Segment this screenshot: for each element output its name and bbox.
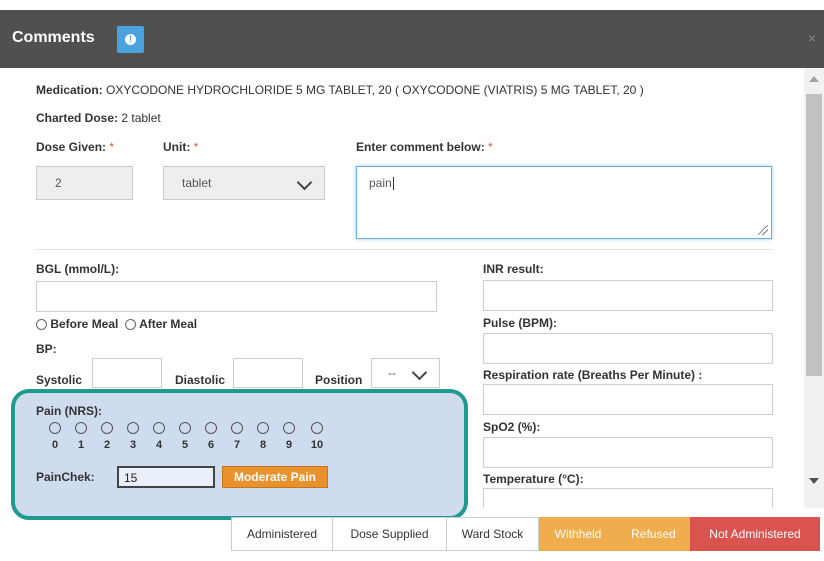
before-meal-label: Before Meal bbox=[50, 317, 119, 331]
nrs-option-6[interactable]: 6 bbox=[203, 422, 219, 451]
modal-header: Comments ! × bbox=[0, 10, 824, 68]
comment-text: pain bbox=[369, 176, 392, 190]
pain-nrs-label: Pain (NRS): bbox=[36, 404, 102, 418]
charted-dose-label: Charted Dose: bbox=[36, 111, 119, 125]
spo2-input[interactable] bbox=[483, 437, 773, 468]
nrs-radio[interactable] bbox=[283, 422, 295, 434]
temperature-input[interactable] bbox=[483, 488, 773, 508]
nrs-option-7[interactable]: 7 bbox=[229, 422, 245, 451]
unit-label-row: Unit: * bbox=[163, 140, 198, 154]
required-mark: * bbox=[488, 140, 493, 154]
ward-stock-button[interactable]: Ward Stock bbox=[446, 517, 539, 551]
diastolic-input[interactable] bbox=[233, 358, 303, 388]
vertical-scrollbar[interactable] bbox=[804, 68, 824, 508]
pulse-label: Pulse (BPM): bbox=[483, 316, 558, 330]
meal-options: Before Meal After Meal bbox=[36, 317, 197, 331]
medication-value: OXYCODONE HYDROCHLORIDE 5 MG TABLET, 20 … bbox=[106, 83, 644, 97]
nrs-radio[interactable] bbox=[101, 422, 113, 434]
comment-label: Enter comment below: bbox=[356, 140, 485, 154]
nrs-radio[interactable] bbox=[205, 422, 217, 434]
position-select[interactable]: -- bbox=[371, 358, 440, 388]
diastolic-label: Diastolic bbox=[175, 373, 226, 387]
nrs-option-8[interactable]: 8 bbox=[255, 422, 271, 451]
unit-selected-value: tablet bbox=[182, 176, 212, 190]
systolic-label: Systolic bbox=[36, 373, 83, 387]
close-icon[interactable]: × bbox=[808, 30, 816, 46]
text-caret bbox=[392, 177, 394, 191]
nrs-option-10[interactable]: 10 bbox=[309, 422, 325, 451]
nrs-option-9[interactable]: 9 bbox=[281, 422, 297, 451]
resize-handle-icon[interactable] bbox=[758, 225, 768, 235]
position-label: Position bbox=[315, 373, 363, 387]
medication-label: Medication: bbox=[36, 83, 103, 97]
chevron-down-icon bbox=[411, 364, 428, 381]
nrs-radio[interactable] bbox=[311, 422, 323, 434]
chevron-down-icon bbox=[296, 174, 313, 191]
comment-label-row: Enter comment below: * bbox=[356, 140, 493, 154]
info-button[interactable]: ! bbox=[117, 26, 144, 53]
modal-title: Comments bbox=[12, 29, 95, 46]
required-mark: * bbox=[109, 140, 115, 154]
required-mark: * bbox=[193, 140, 199, 154]
bgl-label: BGL (mmol/L): bbox=[36, 262, 120, 276]
nrs-option-2[interactable]: 2 bbox=[99, 422, 115, 451]
comment-textarea[interactable]: pain bbox=[356, 166, 772, 239]
medication-line: Medication: OXYCODONE HYDROCHLORIDE 5 MG… bbox=[36, 83, 644, 97]
pain-severity-badge[interactable]: Moderate Pain bbox=[222, 466, 328, 488]
nrs-option-4[interactable]: 4 bbox=[151, 422, 167, 451]
bp-label: BP: bbox=[36, 342, 57, 356]
painchek-input[interactable]: 15 bbox=[117, 466, 215, 488]
dose-given-input[interactable]: 2 bbox=[36, 166, 133, 200]
nrs-option-1[interactable]: 1 bbox=[73, 422, 89, 451]
not-administered-button[interactable]: Not Administered bbox=[690, 517, 820, 551]
inr-label: INR result: bbox=[483, 262, 544, 276]
section-divider bbox=[36, 249, 772, 250]
before-meal-radio[interactable] bbox=[36, 319, 47, 330]
withheld-button[interactable]: Withheld bbox=[539, 517, 617, 551]
dose-given-label-row: Dose Given: * bbox=[36, 140, 114, 154]
after-meal-radio[interactable] bbox=[124, 319, 136, 330]
dose-given-label: Dose Given: bbox=[36, 140, 107, 154]
dose-given-value: 2 bbox=[55, 176, 62, 190]
nrs-radio[interactable] bbox=[179, 422, 191, 434]
after-meal-label: After Meal bbox=[139, 317, 198, 331]
temperature-label: Temperature (°C): bbox=[483, 472, 584, 486]
nrs-radio[interactable] bbox=[257, 422, 269, 434]
refused-button[interactable]: Refused bbox=[617, 517, 690, 551]
administered-button[interactable]: Administered bbox=[231, 517, 333, 551]
respiration-input[interactable] bbox=[483, 384, 773, 415]
spo2-label: SpO2 (%): bbox=[483, 420, 541, 434]
position-selected-value: -- bbox=[388, 366, 396, 380]
nrs-radio[interactable] bbox=[153, 422, 165, 434]
scrollbar-thumb[interactable] bbox=[806, 94, 822, 376]
inr-input[interactable] bbox=[483, 280, 773, 311]
nrs-radio[interactable] bbox=[75, 422, 87, 434]
info-circle-icon: ! bbox=[125, 34, 136, 45]
systolic-input[interactable] bbox=[92, 358, 162, 388]
nrs-radio[interactable] bbox=[127, 422, 139, 434]
scroll-up-arrow-icon[interactable] bbox=[809, 76, 819, 82]
pulse-input[interactable] bbox=[483, 333, 773, 364]
nrs-option-3[interactable]: 3 bbox=[125, 422, 141, 451]
dose-supplied-button[interactable]: Dose Supplied bbox=[332, 517, 447, 551]
nrs-option-0[interactable]: 0 bbox=[47, 422, 63, 451]
bgl-input[interactable] bbox=[36, 281, 437, 312]
respiration-label: Respiration rate (Breaths Per Minute) : bbox=[483, 368, 703, 382]
charted-dose-line: Charted Dose: 2 tablet bbox=[36, 111, 161, 125]
unit-label: Unit: bbox=[163, 140, 191, 154]
unit-select[interactable]: tablet bbox=[163, 166, 325, 200]
charted-dose-value: 2 tablet bbox=[121, 111, 161, 125]
pain-nrs-scale: 0 1 2 3 4 5 6 7 8 9 10 bbox=[47, 422, 337, 458]
nrs-radio[interactable] bbox=[231, 422, 243, 434]
scroll-down-arrow-icon[interactable] bbox=[809, 478, 819, 484]
painchek-label: PainChek: bbox=[36, 470, 95, 484]
nrs-option-5[interactable]: 5 bbox=[177, 422, 193, 451]
nrs-radio[interactable] bbox=[49, 422, 61, 434]
